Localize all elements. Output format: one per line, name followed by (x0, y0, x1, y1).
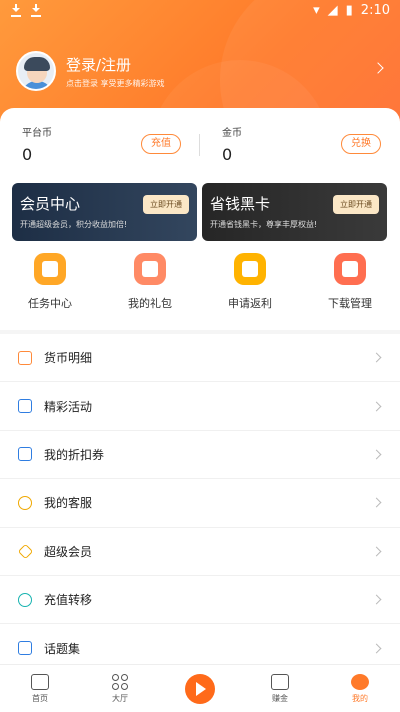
menu-item-label: 超级会员 (44, 544, 93, 559)
shortcut-label: 下载管理 (328, 297, 372, 310)
bottom-tab-bar: 首页 大厅 赚金 我的 (0, 664, 400, 712)
shortcut-apply-rebate[interactable]: 申请返利 (200, 253, 300, 311)
tab-earn[interactable]: 赚金 (240, 665, 320, 712)
login-profile-entry[interactable]: 登录/注册 点击登录 享受更多精彩游戏 (16, 50, 386, 92)
shortcut-download-manager[interactable]: 下载管理 (300, 253, 400, 311)
member-center-title: 会员中心 (20, 195, 81, 213)
menu-item-recharge-transfer[interactable]: 充值转移 (0, 576, 400, 625)
battery-icon: ▮ (345, 3, 353, 18)
chevron-right-icon (371, 643, 382, 653)
menu-item-activities[interactable]: 精彩活动 (0, 382, 400, 431)
shortcut-label: 任务中心 (28, 297, 72, 310)
menu-item-coupons[interactable]: 我的折扣券 (0, 431, 400, 480)
home-icon (31, 673, 49, 690)
chat-icon (18, 495, 32, 510)
chevron-right-icon (371, 594, 382, 605)
grid-icon (112, 673, 128, 690)
chevron-right-icon (371, 449, 382, 460)
black-card-subtitle: 开通省钱黑卡，尊享丰厚权益! (210, 220, 318, 229)
gold-coin-block: 金币 0 (222, 124, 242, 164)
recharge-button[interactable]: 充值 (141, 134, 181, 154)
status-time: 2:10 (360, 3, 390, 18)
download-icon (334, 253, 366, 285)
rebate-icon (234, 253, 266, 285)
status-bar: ▾ ◢ ▮ 2:10 (0, 0, 400, 24)
login-subtitle: 点击登录 享受更多精彩游戏 (66, 78, 165, 88)
tab-label: 我的 (352, 693, 368, 703)
chevron-right-icon[interactable] (372, 62, 384, 74)
menu-item-label: 精彩活动 (44, 399, 93, 414)
play-icon[interactable] (185, 673, 215, 704)
diamond-icon (17, 543, 34, 560)
open-black-card-button[interactable]: 立即开通 (333, 195, 379, 214)
menu-item-label: 货币明细 (44, 351, 93, 366)
shortcut-task-center[interactable]: 任务中心 (0, 253, 100, 311)
gold-coin-label: 金币 (222, 128, 242, 139)
flag-icon (18, 399, 32, 414)
open-member-button[interactable]: 立即开通 (143, 195, 189, 214)
member-center-subtitle: 开通超级会员，积分收益加倍! (20, 220, 128, 229)
settings-menu-list: 货币明细 精彩活动 我的折扣券 我的客服 超级会员 充值转移 话题集 (0, 334, 400, 673)
divider (199, 134, 200, 156)
menu-item-label: 话题集 (44, 641, 81, 656)
platform-coin-value: 0 (22, 145, 33, 164)
download-notification-icon (10, 3, 22, 17)
chevron-right-icon (371, 352, 382, 363)
signal-icon: ◢ (327, 3, 338, 18)
menu-item-label: 我的客服 (44, 496, 93, 511)
avatar[interactable] (16, 51, 56, 91)
layers-icon (18, 641, 32, 656)
menu-item-super-member[interactable]: 超级会员 (0, 528, 400, 576)
account-card: 平台币 0 充值 金币 0 兑换 会员中心 开通超级会员，积分收益加倍! 立即开… (0, 108, 400, 330)
wifi-icon: ▾ (313, 3, 320, 18)
black-card-title: 省钱黑卡 (210, 195, 271, 213)
menu-item-currency-details[interactable]: 货币明细 (0, 334, 400, 383)
tab-home[interactable]: 首页 (0, 665, 80, 712)
coin-stack-icon (18, 350, 32, 365)
earn-icon (271, 673, 289, 690)
yen-icon (18, 592, 32, 607)
task-icon (34, 253, 66, 285)
menu-item-label: 充值转移 (44, 593, 93, 608)
member-center-banner[interactable]: 会员中心 开通超级会员，积分收益加倍! 立即开通 (12, 183, 197, 241)
platform-coin-label: 平台币 (22, 128, 52, 139)
gold-coin-value: 0 (222, 145, 233, 164)
tab-label: 赚金 (272, 693, 288, 703)
chevron-right-icon (371, 546, 382, 557)
shortcut-label: 申请返利 (228, 297, 272, 310)
exchange-button[interactable]: 兑换 (341, 134, 381, 154)
menu-item-label: 我的折扣券 (44, 447, 105, 462)
platform-coin-block: 平台币 0 (22, 124, 52, 164)
shortcut-grid: 任务中心 我的礼包 申请返利 下载管理 (0, 253, 400, 311)
tab-lobby[interactable]: 大厅 (80, 665, 160, 712)
login-register-title[interactable]: 登录/注册 (66, 54, 165, 75)
black-card-banner[interactable]: 省钱黑卡 开通省钱黑卡，尊享丰厚权益! 立即开通 (202, 183, 387, 241)
chevron-right-icon (371, 497, 382, 508)
gift-icon (134, 253, 166, 285)
tab-label: 大厅 (112, 693, 128, 703)
profile-icon (351, 673, 369, 690)
shortcut-label: 我的礼包 (128, 297, 172, 310)
download-notification-icon (30, 3, 42, 17)
menu-item-customer-service[interactable]: 我的客服 (0, 479, 400, 528)
tab-label: 首页 (32, 693, 48, 703)
chevron-right-icon (371, 401, 382, 412)
shortcut-my-gifts[interactable]: 我的礼包 (100, 253, 200, 311)
tab-play[interactable] (160, 665, 240, 712)
tab-mine[interactable]: 我的 (320, 665, 400, 712)
coupon-icon (18, 447, 32, 462)
